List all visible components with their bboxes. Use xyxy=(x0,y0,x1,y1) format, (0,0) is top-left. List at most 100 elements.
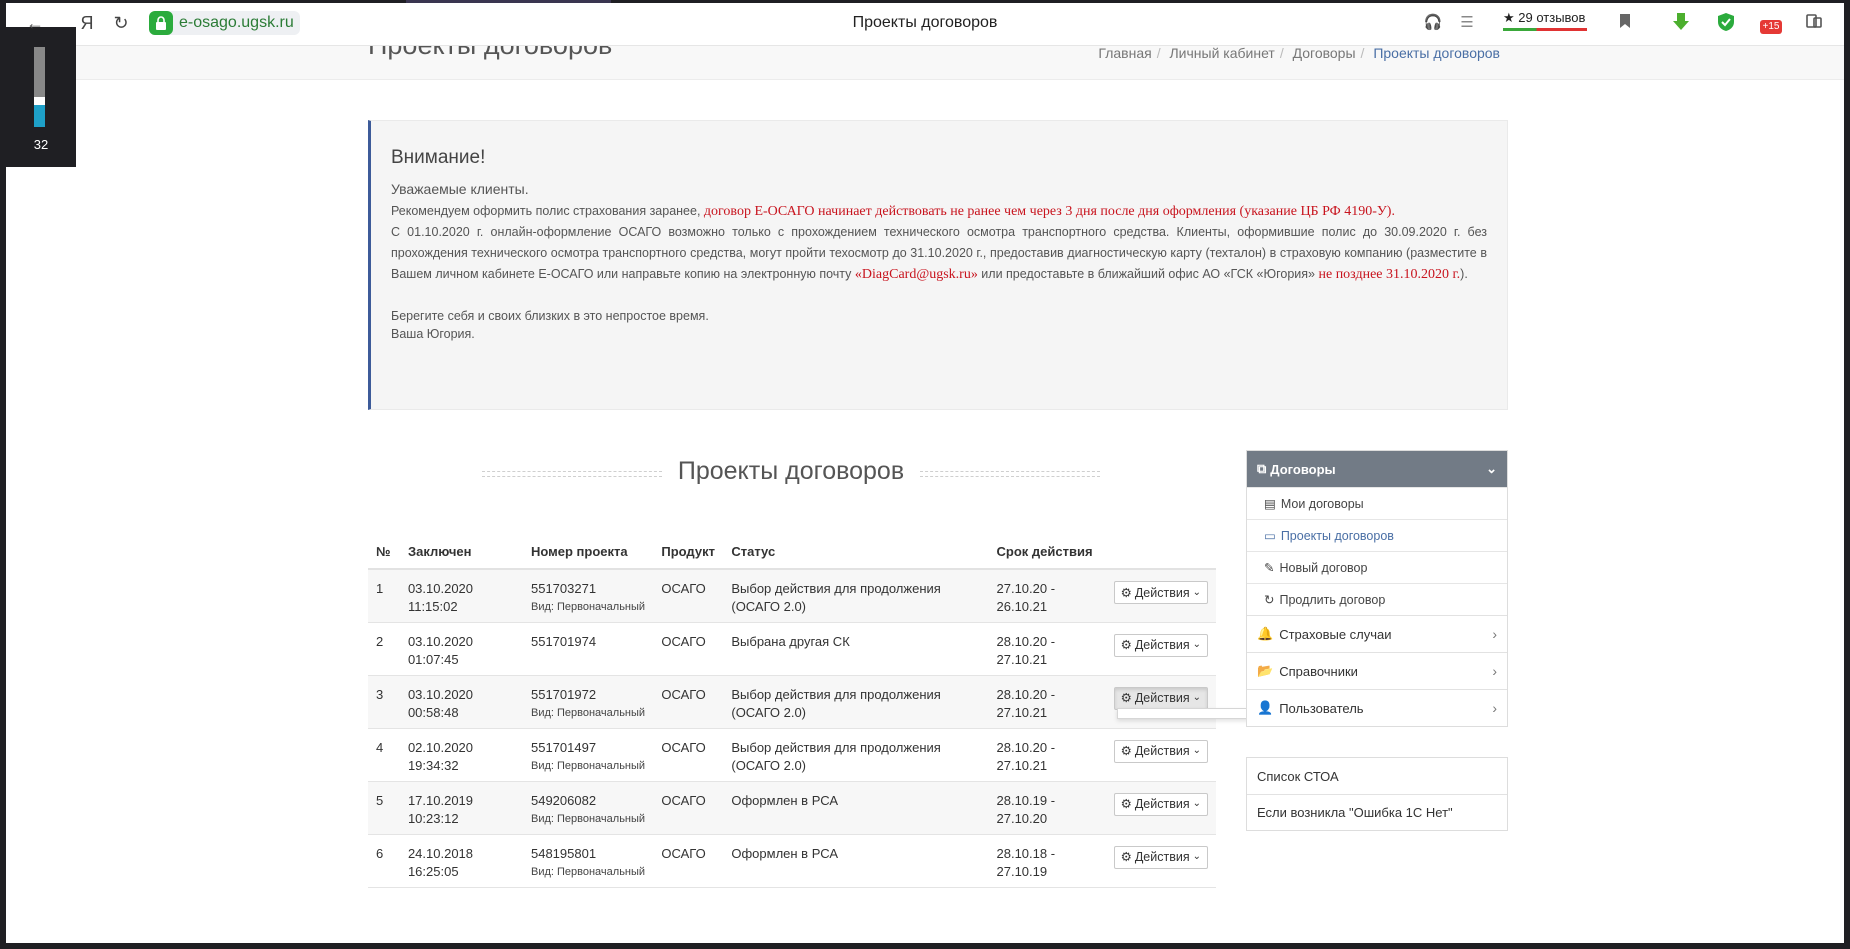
cell-actions: ⚙ Действия ⌄ xyxy=(1105,569,1216,623)
cell-concluded: 03.10.2020 00:58:48 xyxy=(399,675,523,729)
file-text-icon: ▭ xyxy=(1264,529,1276,543)
term-start: 28.10.19 - xyxy=(996,792,1056,808)
notice-highlight: не позднее 31.10.2020 г. xyxy=(1318,267,1461,282)
sidebar-item-my-contracts[interactable]: ▤ Мои договоры xyxy=(1247,487,1507,519)
concluded-time: 16:25:05 xyxy=(407,863,459,879)
actions-label: Действия xyxy=(1134,850,1190,864)
cell-product: ОСАГО xyxy=(653,622,724,676)
cell-concluded: 24.10.2018 16:25:05 xyxy=(399,834,523,888)
status-text: Оформлен в РСА xyxy=(731,845,838,861)
concluded-date: 03.10.2020 xyxy=(407,633,474,649)
table-row: 3 03.10.2020 00:58:48 551701972 Вид: Первона… xyxy=(368,675,1216,729)
cell-actions: ⚙ Действия ⌄ xyxy=(1105,728,1216,782)
edit-icon: ✎ xyxy=(1264,561,1275,575)
notifications-icon[interactable]: +15 xyxy=(1758,12,1784,34)
notice-paragraph-2: С 01.10.2020 г. онлайн-оформление ОСАГО … xyxy=(391,222,1487,285)
cell-product: ОСАГО xyxy=(653,781,724,835)
notifications-badge: +15 xyxy=(1759,20,1783,34)
row-number: 6 xyxy=(376,845,384,861)
cell-term: 28.10.20 - 27.10.21 xyxy=(988,728,1106,782)
notice-panel: Внимание! Уважаемые клиенты. Рекомендуем… xyxy=(368,120,1508,410)
cell-project-number: 548195801 Вид: Первоначальный xyxy=(522,834,654,888)
row-number: 3 xyxy=(376,686,384,702)
sidebar-group-insurance-cases[interactable]: 🔔 Страховые случаи › xyxy=(1247,615,1507,652)
cell-concluded: 03.10.2020 11:15:02 xyxy=(399,569,523,623)
row-number: 5 xyxy=(376,792,384,808)
chevron-down-icon: ⌄ xyxy=(1192,745,1201,756)
sidebar-group-label: Пользователь xyxy=(1279,700,1364,716)
row-number: 4 xyxy=(376,739,384,755)
col-concluded: Заключен xyxy=(399,535,523,570)
term-end: 26.10.21 xyxy=(996,599,1048,614)
actions-button[interactable]: ⚙ Действия ⌄ xyxy=(1113,792,1208,816)
col-number: № xyxy=(368,535,400,570)
project-kind: Вид: Первоначальный xyxy=(530,812,646,825)
notice-email-link[interactable]: «DiagCard@ugsk.ru» xyxy=(855,267,978,282)
project-kind: Вид: Первоначальный xyxy=(530,706,646,719)
cell-term: 28.10.19 - 27.10.20 xyxy=(988,781,1106,835)
breadcrumb-home[interactable]: Главная xyxy=(1098,46,1151,61)
actions-button[interactable]: ⚙ Действия ⌄ xyxy=(1113,739,1208,763)
concluded-date: 02.10.2020 xyxy=(407,739,474,755)
term-end: 27.10.21 xyxy=(996,704,1048,720)
sidebar-group-user[interactable]: 👤 Пользователь › xyxy=(1247,689,1507,726)
actions-button[interactable]: ⚙ Действия ⌄ xyxy=(1113,845,1208,869)
reviews-widget[interactable]: ★ 29 отзывов xyxy=(1503,10,1587,31)
gear-icon: ⚙ xyxy=(1120,797,1132,811)
concluded-date: 03.10.2020 xyxy=(407,686,474,702)
sidebar-item-renew-contract[interactable]: ↻ Продлить договор xyxy=(1247,583,1507,615)
actions-label: Действия xyxy=(1134,744,1190,758)
sidebar-contracts-header[interactable]: ⧉ Договоры ⌄ xyxy=(1247,451,1507,487)
project-kind: Вид: Первоначальный xyxy=(530,601,646,613)
headphones-icon[interactable]: 🎧 xyxy=(1422,12,1444,34)
zoom-thumb[interactable] xyxy=(34,97,45,105)
cell-product: ОСАГО xyxy=(653,728,724,782)
col-status: Статус xyxy=(723,535,989,570)
cell-status: Выбрана другая СК xyxy=(723,622,989,676)
extensions-icon[interactable] xyxy=(1803,12,1825,34)
gear-icon: ⚙ xyxy=(1120,691,1132,705)
zoom-overlay-widget[interactable]: 32 xyxy=(6,27,76,167)
concluded-date: 17.10.2019 xyxy=(407,792,474,808)
shield-icon[interactable] xyxy=(1715,12,1737,34)
table-row: 6 24.10.2018 16:25:05 548195801 Вид: Первона… xyxy=(368,834,1216,888)
link-1c-error[interactable]: Если возникла "Ошибка 1С Нет" xyxy=(1247,794,1507,830)
chevron-down-icon: ⌄ xyxy=(1192,639,1201,650)
back-arrow-icon[interactable]: ← xyxy=(24,12,46,34)
link-stoa-list[interactable]: Список СТОА xyxy=(1247,758,1507,794)
actions-button[interactable]: ⚙ Действия ⌄ xyxy=(1113,686,1208,710)
sidebar-item-contract-projects[interactable]: ▭ Проекты договоров xyxy=(1247,519,1507,551)
status-text: Выбор действия для продолжения xyxy=(731,581,941,596)
breadcrumb-current: Проекты договоров xyxy=(1373,46,1500,61)
cell-term: 28.10.18 - 27.10.19 xyxy=(988,834,1106,888)
term-end: 27.10.19 xyxy=(996,863,1048,879)
sidebar-item-new-contract[interactable]: ✎ Новый договор xyxy=(1247,551,1507,583)
sidebar-group-references[interactable]: 📂 Справочники › xyxy=(1247,652,1507,689)
project-kind: Вид: Первоначальный xyxy=(530,759,646,772)
chevron-down-icon: ⌄ xyxy=(1192,851,1201,862)
table-row: 4 02.10.2020 19:34:32 551701497 Вид: Первона… xyxy=(368,728,1216,782)
col-product: Продукт xyxy=(653,535,724,570)
cell-concluded: 17.10.2019 10:23:12 xyxy=(399,781,523,835)
cell-number: 3 xyxy=(368,675,400,729)
cell-product: ОСАГО xyxy=(653,834,724,888)
download-icon[interactable] xyxy=(1670,12,1692,34)
project-number: 549206082 xyxy=(530,792,597,808)
bookmark-icon[interactable] xyxy=(1614,12,1636,34)
zoom-fill xyxy=(34,105,45,127)
zoom-track[interactable] xyxy=(34,47,45,127)
chevron-right-icon: › xyxy=(1492,626,1497,642)
actions-button[interactable]: ⚙ Действия ⌄ xyxy=(1113,581,1208,604)
breadcrumb-contracts[interactable]: Договоры xyxy=(1293,46,1356,61)
row-number: 1 xyxy=(376,581,384,596)
breadcrumb-cabinet[interactable]: Личный кабинет xyxy=(1169,46,1274,61)
col-project-number: Номер проекта xyxy=(522,535,654,570)
reader-mode-icon[interactable]: ☰ xyxy=(1456,12,1478,34)
title-decoration-right xyxy=(920,471,1100,477)
notice-text: Рекомендуем оформить полис страхования з… xyxy=(391,204,704,218)
cell-concluded: 03.10.2020 01:07:45 xyxy=(399,622,523,676)
chevron-down-icon: ⌄ xyxy=(1192,692,1201,703)
concluded-time: 10:23:12 xyxy=(407,810,459,826)
col-actions xyxy=(1105,535,1216,570)
actions-button[interactable]: ⚙ Действия ⌄ xyxy=(1113,633,1208,657)
